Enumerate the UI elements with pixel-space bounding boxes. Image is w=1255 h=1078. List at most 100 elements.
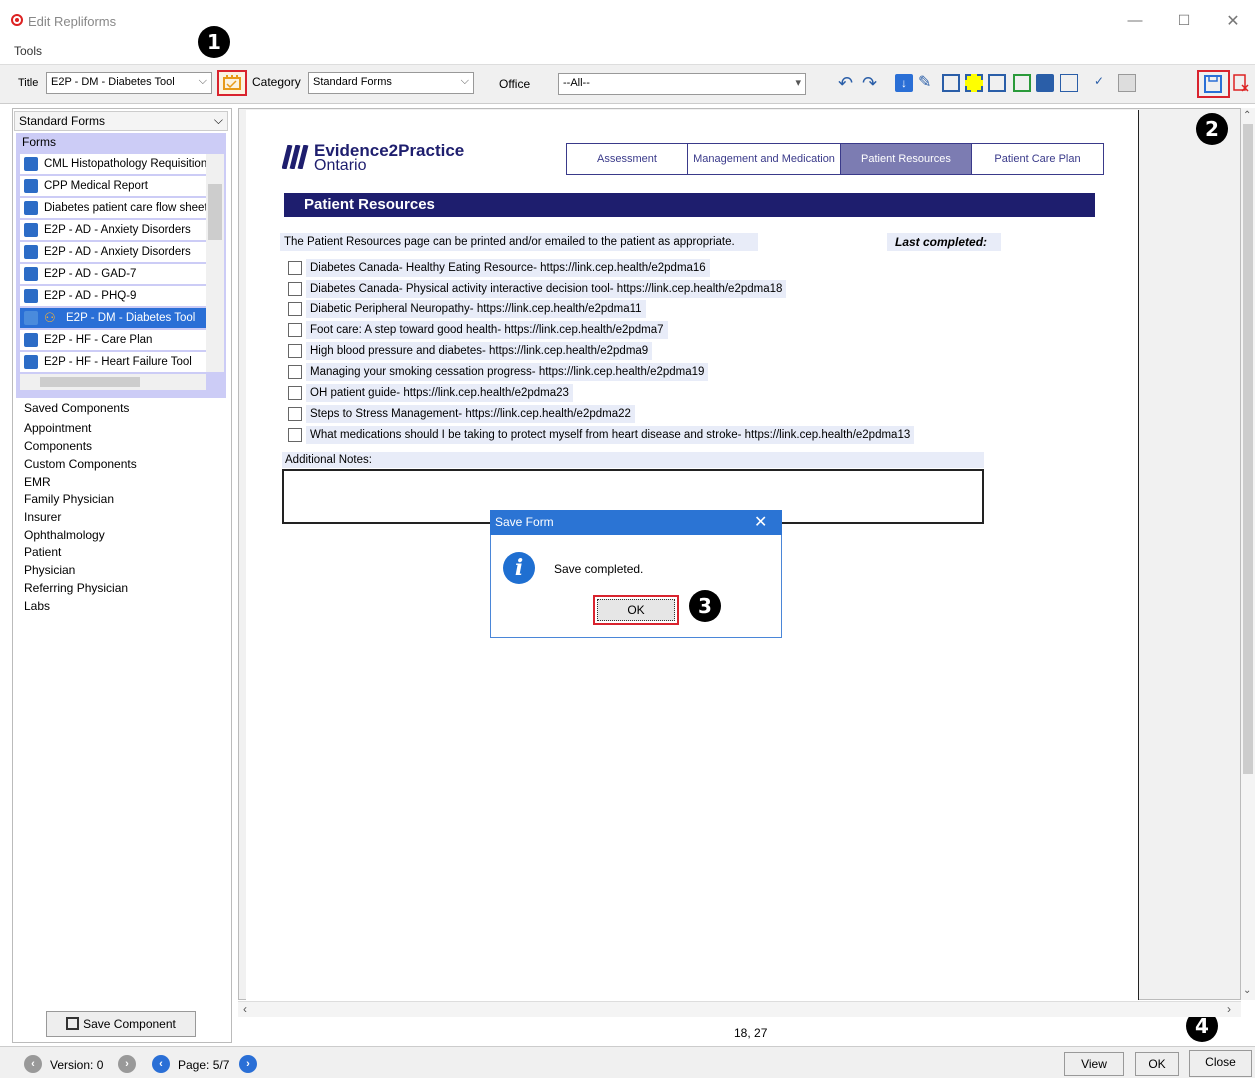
tab-assessment[interactable]: Assessment <box>566 143 688 175</box>
resource-checkbox[interactable] <box>288 344 302 358</box>
version-next-icon[interactable]: › <box>118 1055 136 1073</box>
list-item[interactable]: Diabetes patient care flow sheet <box>20 198 206 218</box>
category-select[interactable]: Standard Forms ⌵ <box>308 72 474 94</box>
scroll-down-icon[interactable]: ⌄ <box>1243 985 1251 996</box>
list-item[interactable]: E2P - HF - Care Plan <box>20 330 206 350</box>
preview-icon[interactable] <box>1118 74 1136 92</box>
resource-checkbox[interactable] <box>288 365 302 379</box>
list-item[interactable]: Components <box>24 439 92 453</box>
forms-vscrollbar[interactable] <box>206 154 224 372</box>
list-item[interactable]: Labs <box>24 599 50 613</box>
tab-patient-resources[interactable]: Patient Resources <box>840 143 972 175</box>
close-icon[interactable]: ✕ <box>754 512 767 532</box>
save-component-button[interactable]: Save Component <box>46 1011 196 1037</box>
repliform-properties-button[interactable] <box>217 70 247 96</box>
version-label: Version: 0 <box>50 1058 104 1072</box>
resource-checkbox[interactable] <box>288 407 302 421</box>
list-item[interactable]: CML Histopathology Requisition <box>20 154 206 174</box>
callout-badge-1: 1 <box>198 26 230 58</box>
pages-icon[interactable] <box>1060 74 1078 92</box>
list-item-label: Diabetes patient care flow sheet <box>44 202 206 214</box>
scroll-left-icon[interactable]: ‹ <box>243 1002 247 1016</box>
scroll-right-icon[interactable]: › <box>1227 1002 1231 1016</box>
resource-checkbox[interactable] <box>288 282 302 296</box>
list-item[interactable]: E2P - AD - PHQ-9 <box>20 286 206 306</box>
list-item-label: E2P - HF - Heart Failure Tool <box>44 356 192 368</box>
resource-label: Managing your smoking cessation progress… <box>306 363 709 381</box>
view-button[interactable]: View <box>1064 1052 1124 1076</box>
save-form-button[interactable] <box>1197 70 1230 98</box>
tab-management-medication[interactable]: Management and Medication <box>687 143 841 175</box>
delete-form-icon[interactable] <box>1232 74 1250 94</box>
list-item[interactable]: Custom Components <box>24 457 137 471</box>
list-item[interactable]: CPP Medical Report <box>20 176 206 196</box>
scroll-up-icon[interactable]: ⌃ <box>1243 110 1251 121</box>
ok-button[interactable]: OK <box>1135 1052 1179 1076</box>
version-prev-icon[interactable]: ‹ <box>24 1055 42 1073</box>
resource-checkbox[interactable] <box>288 261 302 275</box>
form-icon <box>24 333 38 347</box>
forms-category-select[interactable]: Standard Forms ⌵ <box>14 111 228 131</box>
office-select[interactable]: --All-- ▾ <box>558 73 806 95</box>
form-icon <box>24 267 38 281</box>
tab-patient-care-plan[interactable]: Patient Care Plan <box>971 143 1104 175</box>
form-icon <box>24 311 38 325</box>
undo-icon[interactable]: ↶ <box>838 74 856 92</box>
rectangle-tool-icon[interactable] <box>988 74 1006 92</box>
list-item[interactable]: Insurer <box>24 510 61 524</box>
page-prev-icon[interactable]: ‹ <box>152 1055 170 1073</box>
pen-tool-icon[interactable]: ✎ <box>918 74 936 92</box>
canvas-hscrollbar[interactable] <box>238 1001 1241 1017</box>
list-item[interactable]: Physician <box>24 563 75 577</box>
pointer-tool-icon[interactable]: ↓ <box>895 74 913 92</box>
page-next-icon[interactable]: › <box>239 1055 257 1073</box>
list-item[interactable]: E2P - AD - GAD-7 <box>20 264 206 284</box>
scroll-thumb[interactable] <box>1243 124 1253 774</box>
minimize-button[interactable]: — <box>1127 12 1143 29</box>
list-item-label: E2P - AD - GAD-7 <box>44 268 137 280</box>
list-item[interactable]: E2P - AD - Anxiety Disorders <box>20 220 206 240</box>
resource-checkbox[interactable] <box>288 302 302 316</box>
list-item[interactable]: Appointment <box>24 421 91 435</box>
spellcheck-icon[interactable]: ✓ <box>1094 74 1112 92</box>
close-button[interactable]: Close <box>1189 1050 1252 1077</box>
list-item[interactable]: E2P - AD - Anxiety Disorders <box>20 242 206 262</box>
list-item[interactable]: Ophthalmology <box>24 528 105 542</box>
dialog-ok-button[interactable]: OK <box>593 595 679 625</box>
list-item[interactable]: Family Physician <box>24 492 114 506</box>
window-close-button[interactable]: ✕ <box>1225 11 1241 30</box>
logo-stripes-icon <box>282 145 309 169</box>
scroll-thumb[interactable] <box>40 377 140 387</box>
title-select[interactable]: E2P - DM - Diabetes Tool ⌵ <box>46 72 212 94</box>
resource-checkbox[interactable] <box>288 323 302 337</box>
list-item-label: E2P - AD - Anxiety Disorders <box>44 224 191 236</box>
list-item[interactable]: Patient <box>24 545 61 559</box>
list-item-selected[interactable]: ⚇ E2P - DM - Diabetes Tool <box>20 308 206 328</box>
forms-category-value: Standard Forms <box>19 114 106 128</box>
scroll-thumb[interactable] <box>208 184 222 240</box>
list-item-label: E2P - AD - Anxiety Disorders <box>44 246 191 258</box>
resource-label: Foot care: A step toward good health- ht… <box>306 321 668 339</box>
intro-text: The Patient Resources page can be printe… <box>280 233 758 251</box>
open-folder-icon[interactable] <box>1036 74 1054 92</box>
form-icon <box>24 245 38 259</box>
form-icon <box>24 223 38 237</box>
form-icon <box>24 179 38 193</box>
list-item[interactable]: E2P - HF - Heart Failure Tool <box>20 352 206 372</box>
textbox-tool-icon[interactable] <box>942 74 960 92</box>
info-icon: i <box>503 552 535 584</box>
resource-checkbox[interactable] <box>288 386 302 400</box>
resource-label: Diabetes Canada- Physical activity inter… <box>306 280 787 298</box>
new-page-icon[interactable] <box>1013 74 1031 92</box>
resource-checkbox[interactable] <box>288 428 302 442</box>
office-select-value: --All-- <box>563 77 590 89</box>
maximize-button[interactable]: ☐ <box>1176 12 1192 28</box>
forms-hscrollbar[interactable] <box>20 374 206 390</box>
redo-icon[interactable]: ↷ <box>862 74 880 92</box>
menu-tools[interactable]: Tools <box>14 44 42 58</box>
dialog-message: Save completed. <box>554 562 644 576</box>
list-item[interactable]: Referring Physician <box>24 581 128 595</box>
window-titlebar <box>0 0 1255 44</box>
list-item[interactable]: EMR <box>24 475 51 489</box>
selection-tool-icon[interactable] <box>965 74 983 92</box>
